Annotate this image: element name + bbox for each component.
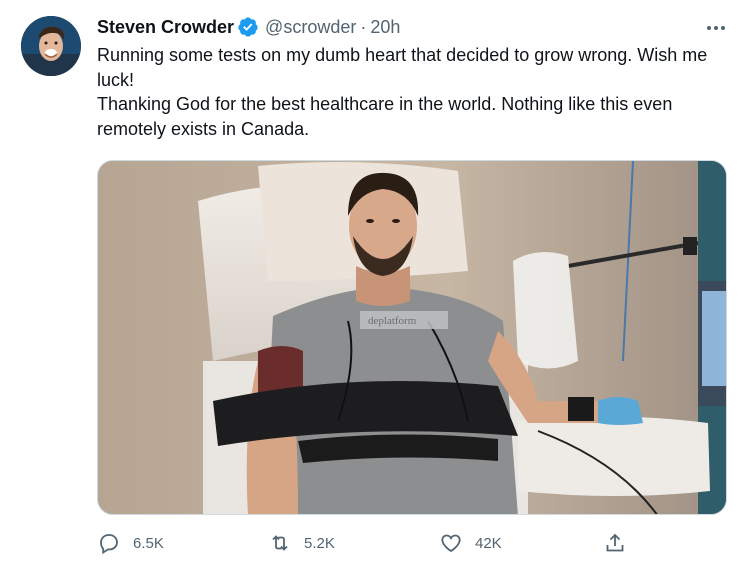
tweet-text-line-2: Thanking God for the best healthcare in … bbox=[97, 94, 673, 139]
like-count: 42K bbox=[475, 534, 502, 552]
reply-button[interactable]: 6.5K bbox=[97, 530, 164, 556]
hospital-photo: deplatform bbox=[98, 161, 726, 514]
tweet-photo[interactable]: deplatform bbox=[97, 160, 727, 515]
avatar-image bbox=[21, 16, 81, 76]
more-horizontal-icon bbox=[707, 26, 725, 30]
retweet-count: 5.2K bbox=[304, 534, 335, 552]
tweet-text-line-1: Running some tests on my dumb heart that… bbox=[97, 45, 708, 90]
reply-count: 6.5K bbox=[133, 534, 164, 552]
verified-badge-icon bbox=[237, 16, 259, 38]
shirt-text: deplatform bbox=[368, 315, 417, 327]
tweet-header: Steven Crowder @scrowder · 20h bbox=[97, 14, 732, 40]
author-name[interactable]: Steven Crowder bbox=[97, 17, 234, 38]
tweet-card[interactable]: Steven Crowder @scrowder · 20h Running s… bbox=[0, 0, 752, 570]
tweet-text: Running some tests on my dumb heart that… bbox=[97, 43, 727, 141]
tweet-timestamp[interactable]: 20h bbox=[370, 17, 400, 38]
share-icon bbox=[603, 531, 627, 555]
more-options-button[interactable] bbox=[704, 18, 728, 38]
like-button[interactable]: 42K bbox=[439, 530, 502, 556]
separator-dot: · bbox=[360, 16, 367, 37]
author-handle[interactable]: @scrowder bbox=[265, 17, 356, 38]
tweet-actions: 6.5K 5.2K 42K bbox=[97, 530, 637, 556]
retweet-button[interactable]: 5.2K bbox=[268, 530, 335, 556]
heart-icon bbox=[439, 531, 463, 555]
reply-icon bbox=[97, 531, 121, 555]
share-button[interactable] bbox=[603, 530, 627, 556]
retweet-icon bbox=[268, 531, 292, 555]
avatar[interactable] bbox=[21, 16, 81, 76]
